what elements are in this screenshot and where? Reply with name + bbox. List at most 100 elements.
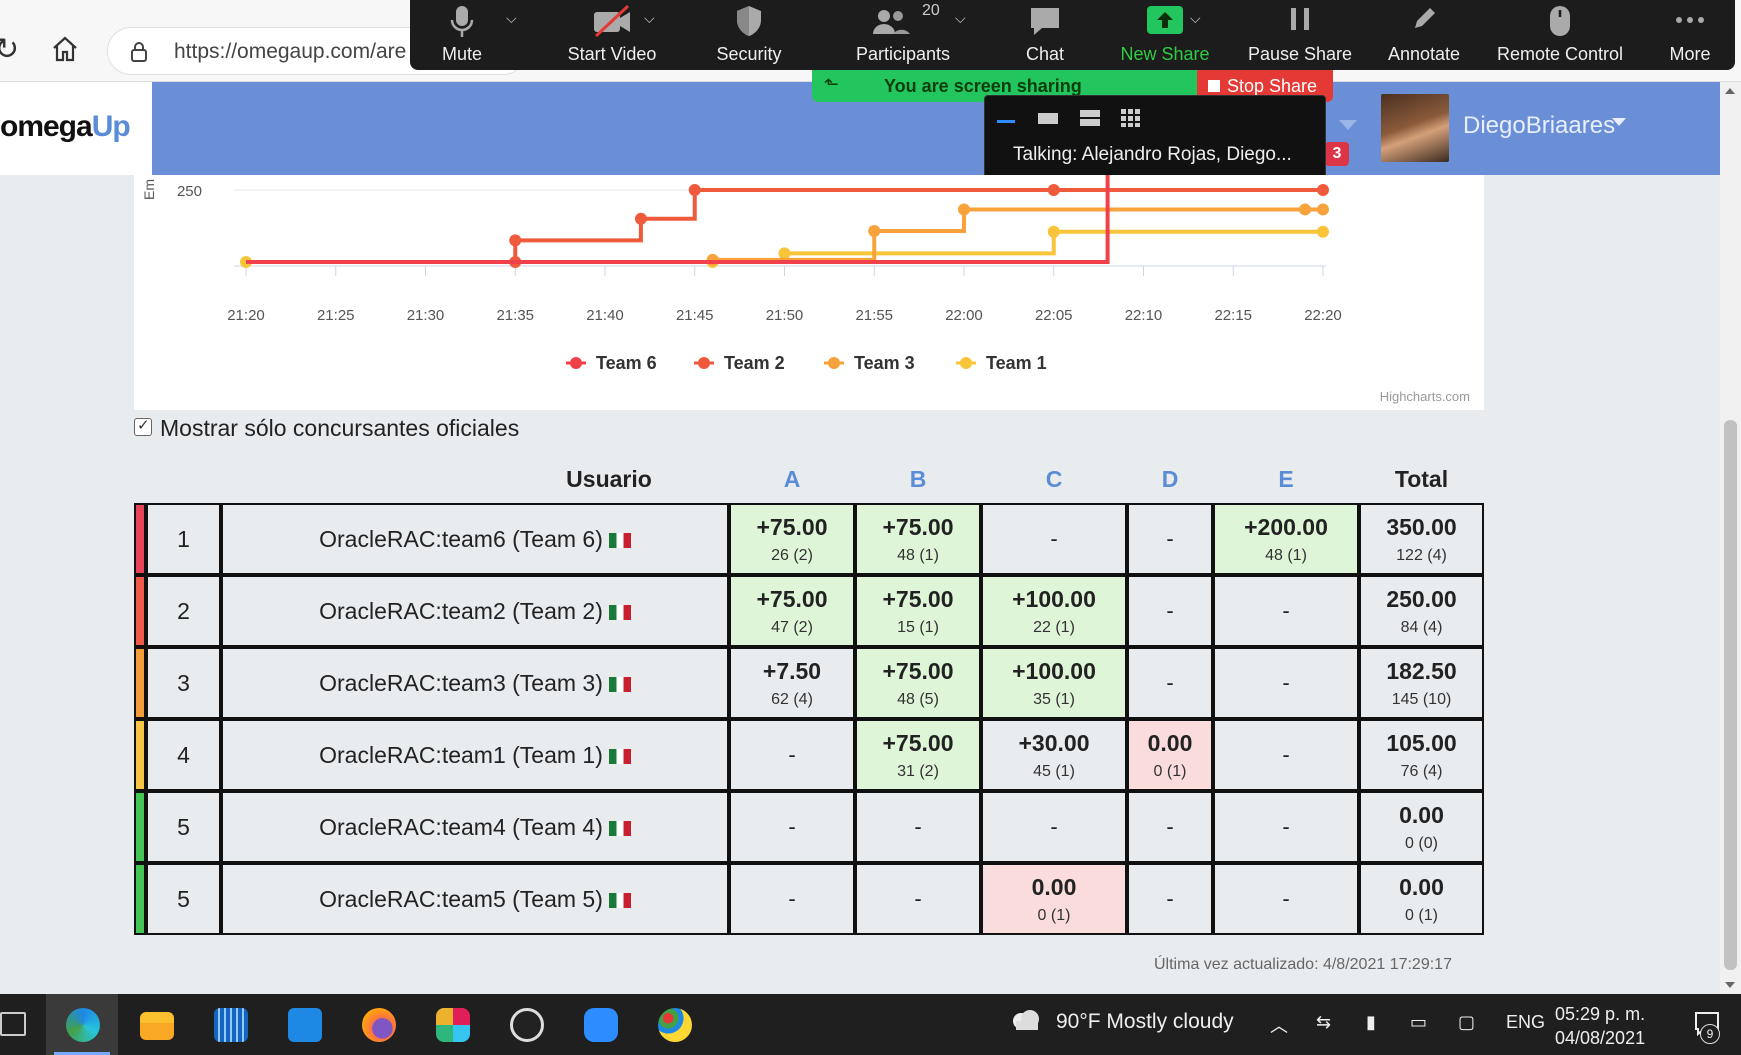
problem-score-cell[interactable]: - — [1213, 719, 1359, 791]
problem-score-cell[interactable]: +30.00 45 (1) — [981, 719, 1127, 791]
table-row[interactable]: 5 OracleRAC:team4 (Team 4) - - - - - 0.00 0 (0) — [134, 791, 1484, 863]
user-name[interactable]: OracleRAC:team1 (Team 1) — [223, 721, 727, 789]
microphone-icon[interactable]: ▮ — [1366, 1012, 1376, 1033]
column-header-problem-a[interactable]: A — [729, 466, 855, 493]
legend-item[interactable]: Team 6 — [596, 353, 657, 373]
problem-score-cell[interactable]: - — [1127, 791, 1213, 863]
refresh-icon[interactable]: ↻ — [0, 32, 19, 67]
username-menu[interactable]: DiegoBriaares — [1463, 112, 1615, 140]
problem-score-cell[interactable]: - — [1127, 863, 1213, 935]
paint-icon[interactable] — [638, 994, 710, 1055]
edge-icon[interactable] — [46, 994, 118, 1055]
problem-score-cell[interactable]: +100.00 35 (1) — [981, 647, 1127, 719]
security-button[interactable]: Security — [684, 0, 814, 70]
chevron-down-icon[interactable]: ⌵ — [644, 10, 655, 27]
chevron-down-icon[interactable]: ⌵ — [955, 10, 966, 27]
home-icon[interactable] — [50, 34, 80, 64]
problem-score-cell[interactable]: +75.00 47 (2) — [729, 575, 855, 647]
battery-icon[interactable]: ▭ — [1410, 1012, 1427, 1033]
language-indicator[interactable]: ENG — [1506, 1012, 1545, 1033]
scrollbar-thumb[interactable] — [1724, 420, 1737, 970]
problem-score-cell[interactable]: - — [1127, 647, 1213, 719]
chevron-down-icon[interactable]: ⌵ — [1190, 10, 1201, 27]
chat-button[interactable]: Chat — [995, 0, 1095, 70]
new-share-button[interactable]: New Share — [1100, 0, 1230, 70]
more-button[interactable]: More — [1650, 0, 1730, 70]
chevron-down-icon[interactable] — [1339, 120, 1357, 130]
user-name[interactable]: OracleRAC:team4 (Team 4) — [223, 793, 727, 861]
problem-score-cell[interactable]: - — [855, 863, 981, 935]
table-row[interactable]: 4 OracleRAC:team1 (Team 1) - +75.00 31 (2) +3… — [134, 719, 1484, 791]
legend-item[interactable]: Team 1 — [986, 353, 1047, 373]
problem-score-cell[interactable]: +75.00 26 (2) — [729, 503, 855, 575]
gallery-view-icon[interactable] — [1120, 108, 1142, 128]
problem-score-cell[interactable]: +7.50 62 (4) — [729, 647, 855, 719]
file-explorer-icon[interactable] — [120, 994, 192, 1055]
problem-score-cell[interactable]: - — [1213, 863, 1359, 935]
chevron-down-icon[interactable] — [1612, 118, 1626, 126]
column-header-problem-e[interactable]: E — [1213, 466, 1359, 493]
pause-share-button[interactable]: Pause Share — [1230, 0, 1370, 70]
problem-score-cell[interactable]: - — [1213, 575, 1359, 647]
problem-score-cell[interactable]: +100.00 22 (1) — [981, 575, 1127, 647]
task-view-icon[interactable] — [0, 994, 42, 1055]
user-name[interactable]: OracleRAC:team3 (Team 3) — [223, 649, 727, 717]
chevron-down-icon[interactable]: ⌵ — [506, 10, 517, 27]
start-video-button[interactable]: Start Video — [540, 0, 684, 70]
problem-score-cell[interactable]: - — [981, 791, 1127, 863]
network-icon[interactable]: ▢ — [1458, 1012, 1475, 1033]
legend-item[interactable]: Team 3 — [854, 353, 915, 373]
scroll-up-icon[interactable] — [1725, 88, 1735, 94]
highcharts-credit[interactable]: Highcharts.com — [1380, 389, 1470, 404]
problem-score-cell[interactable]: +75.00 31 (2) — [855, 719, 981, 791]
user-name[interactable]: OracleRAC:team2 (Team 2) — [223, 577, 727, 645]
clock[interactable]: 05:29 p. m. 04/08/2021 — [1555, 1002, 1645, 1050]
column-header-problem-c[interactable]: C — [981, 466, 1127, 493]
problem-score-cell[interactable]: 0.00 0 (1) — [1127, 719, 1213, 791]
whiteboard-icon[interactable] — [268, 994, 340, 1055]
network-share-icon[interactable]: ⇆ — [1316, 1012, 1331, 1033]
firefox-icon[interactable] — [342, 994, 414, 1055]
problem-score-cell[interactable]: - — [1213, 647, 1359, 719]
user-name[interactable]: OracleRAC:team6 (Team 6) — [223, 505, 727, 573]
problem-score-cell[interactable]: - — [729, 719, 855, 791]
user-name[interactable]: OracleRAC:team5 (Team 5) — [223, 865, 727, 933]
problem-score-cell[interactable]: 0.00 0 (1) — [981, 863, 1127, 935]
thumbnail-view-icon[interactable] — [1079, 108, 1101, 128]
slack-icon[interactable] — [416, 994, 488, 1055]
weather-text[interactable]: 90°F Mostly cloudy — [1056, 1010, 1234, 1034]
problem-score-cell[interactable]: - — [1127, 575, 1213, 647]
remote-control-button[interactable]: Remote Control — [1480, 0, 1640, 70]
weather-cloud-icon[interactable] — [1010, 1009, 1042, 1031]
table-row[interactable]: 3 OracleRAC:team3 (Team 3) +7.50 62 (4) +75.… — [134, 647, 1484, 719]
problem-score-cell[interactable]: +75.00 48 (1) — [855, 503, 981, 575]
problem-score-cell[interactable]: - — [981, 503, 1127, 575]
notification-badge[interactable]: 3 — [1325, 142, 1349, 166]
problem-score-cell[interactable]: +75.00 48 (5) — [855, 647, 981, 719]
problem-score-cell[interactable]: - — [855, 791, 981, 863]
app-grid-icon[interactable] — [194, 994, 266, 1055]
problem-score-cell[interactable]: - — [729, 791, 855, 863]
problem-score-cell[interactable]: +200.00 48 (1) — [1213, 503, 1359, 575]
problem-score-cell[interactable]: - — [1213, 791, 1359, 863]
table-row[interactable]: 5 OracleRAC:team5 (Team 5) - - 0.00 0 (1) - - 0.… — [134, 863, 1484, 935]
problem-score-cell[interactable]: - — [729, 863, 855, 935]
avatar[interactable] — [1381, 94, 1449, 162]
annotate-button[interactable]: Annotate — [1370, 0, 1478, 70]
scrollbar[interactable] — [1720, 82, 1741, 994]
legend-item[interactable]: Team 2 — [724, 353, 785, 373]
speaker-view-icon[interactable] — [1037, 108, 1059, 128]
problem-score-cell[interactable]: - — [1127, 503, 1213, 575]
table-row[interactable]: 1 OracleRAC:team6 (Team 6) +75.00 26 (2) +75… — [134, 503, 1484, 575]
omegaup-logo[interactable]: omegaUp — [0, 110, 131, 144]
show-hidden-icons[interactable]: ︿ — [1270, 1012, 1288, 1038]
official-only-checkbox[interactable] — [134, 416, 152, 436]
obs-icon[interactable] — [490, 994, 562, 1055]
zoom-icon[interactable] — [564, 994, 636, 1055]
column-header-problem-b[interactable]: B — [855, 466, 981, 493]
table-row[interactable]: 2 OracleRAC:team2 (Team 2) +75.00 47 (2) +75… — [134, 575, 1484, 647]
scroll-down-icon[interactable] — [1725, 982, 1735, 988]
problem-score-cell[interactable]: +75.00 15 (1) — [855, 575, 981, 647]
mute-button[interactable]: Mute — [418, 0, 506, 70]
column-header-problem-d[interactable]: D — [1127, 466, 1213, 493]
